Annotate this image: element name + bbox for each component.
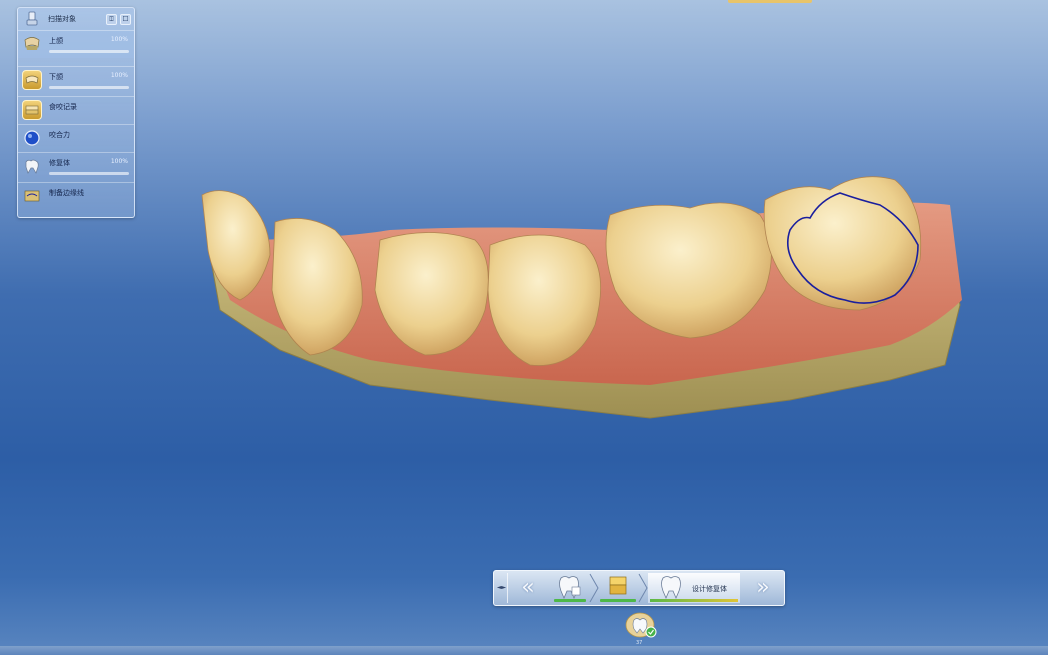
- administration-step[interactable]: [552, 573, 588, 603]
- opacity-slider[interactable]: [49, 50, 129, 53]
- restoration-design-icon: [661, 576, 681, 600]
- phase-bar-handle[interactable]: ◄►: [496, 573, 508, 603]
- object-item-label: 修复体: [49, 159, 70, 167]
- lower-jaw-icon: [22, 70, 42, 90]
- object-item-label: 下颌: [49, 73, 63, 81]
- workflow-phase-bar: ◄► « 设计修复体 »: [493, 570, 785, 606]
- bite-registration-icon: [22, 100, 42, 120]
- restoration-icon: [22, 156, 42, 176]
- pin-button[interactable]: ⍐: [106, 13, 117, 25]
- upper-jaw-icon: [22, 34, 42, 54]
- model-step[interactable]: 设计修复体: [648, 573, 740, 603]
- scanner-icon: [22, 10, 42, 28]
- acquisition-step[interactable]: [598, 573, 638, 603]
- object-item-occlusion[interactable]: 咬合力: [18, 124, 134, 152]
- opacity-value: 100%: [110, 72, 128, 79]
- opacity-value: 100%: [110, 36, 128, 43]
- step-label: 设计修复体: [692, 585, 727, 593]
- object-item-label: 食咬记录: [49, 103, 77, 111]
- object-item-label: 上颌: [49, 37, 63, 45]
- dental-scan-model[interactable]: [190, 160, 980, 430]
- step-separator: [638, 573, 648, 603]
- top-tab-indicator[interactable]: [728, 0, 812, 3]
- object-item-margin-line[interactable]: 制备边缘线: [18, 182, 134, 210]
- object-item-label: 咬合力: [49, 131, 70, 139]
- object-item-label: 制备边缘线: [49, 189, 84, 197]
- object-browser-title: 扫描对象: [48, 15, 76, 23]
- maximize-button[interactable]: ☐: [120, 13, 131, 25]
- object-browser-header: 扫描对象 ⍐ ☐: [18, 8, 134, 30]
- object-item-restoration[interactable]: 修复体 100%: [18, 152, 134, 180]
- step-progress-bar: [600, 599, 636, 602]
- margin-line-icon: [22, 186, 42, 206]
- occlusion-icon: [22, 128, 42, 148]
- object-item-upper-jaw[interactable]: 上颌 100%: [18, 30, 134, 58]
- object-item-lower-jaw[interactable]: 下颌 100%: [18, 66, 134, 94]
- opacity-value: 100%: [110, 158, 128, 165]
- jaw-scan-icon: [609, 576, 627, 595]
- status-strip: [0, 646, 1048, 655]
- next-phase-button[interactable]: »: [745, 575, 781, 603]
- opacity-slider[interactable]: [49, 172, 129, 175]
- previous-phase-button[interactable]: «: [510, 575, 546, 603]
- object-browser-panel: 扫描对象 ⍐ ☐ 上颌 100% 下颌 100% 食咬记录 咬合力 修复体 10…: [17, 7, 135, 218]
- opacity-slider[interactable]: [49, 86, 129, 89]
- step-progress-bar: [650, 599, 738, 602]
- tooth-check-icon[interactable]: [624, 611, 658, 641]
- step-progress-bar: [554, 599, 586, 602]
- tooth-list-icon: [559, 576, 581, 600]
- object-item-bite-registration[interactable]: 食咬记录: [18, 96, 134, 124]
